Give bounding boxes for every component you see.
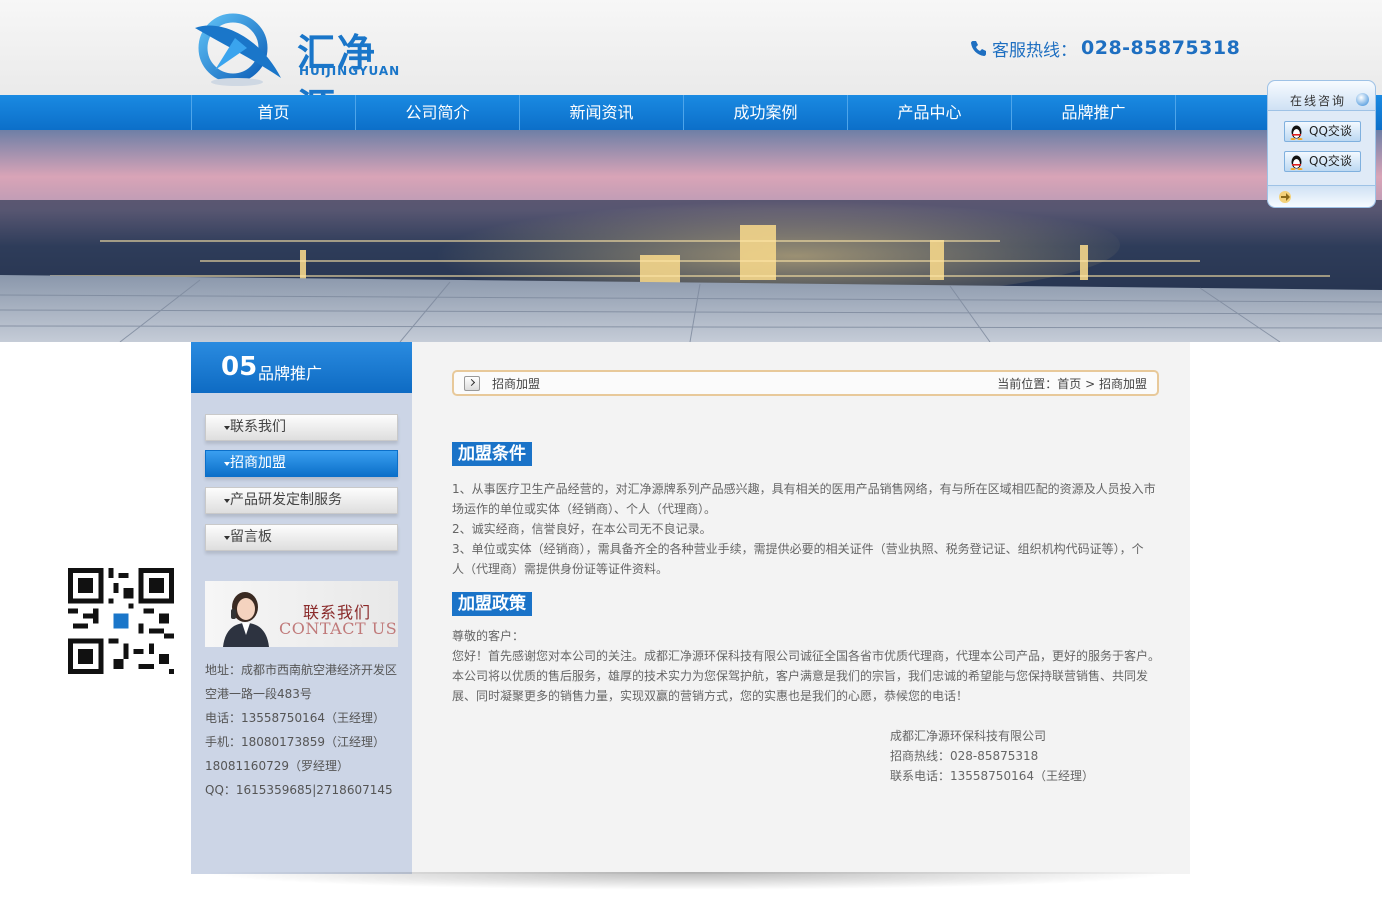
- sidebar-item-guestbook[interactable]: 留言板: [205, 524, 398, 551]
- customer-service-person-icon: [223, 592, 269, 647]
- breadcrumb-path: 当前位置：首页 > 招商加盟: [997, 375, 1147, 392]
- conditions-line: 场运作的单位或实体（经销商）、个人（代理商）。: [452, 502, 717, 516]
- qq-chat-button-1[interactable]: QQ交谈: [1284, 121, 1361, 142]
- sidebar-item-rd-service[interactable]: 产品研发定制服务: [205, 487, 398, 514]
- conditions-line: 人（代理商）需提供身份证等证件资料。: [452, 562, 669, 576]
- main-content: 招商加盟 当前位置：首页 > 招商加盟 加盟条件 1、从事医疗卫生产品经营的，对…: [412, 342, 1190, 874]
- contact-address-line-1: 地址：成都市西南航空港经济开发区: [205, 663, 398, 677]
- main-nav: 首页 公司简介 新闻资讯 成功案例 产品中心 品牌推广: [0, 95, 1382, 130]
- nav-item-cases[interactable]: 成功案例: [684, 95, 848, 130]
- conditions-line: 1、从事医疗卫生产品经营的，对汇净源牌系列产品感兴趣，具有相关的医用产品销售网络…: [452, 482, 1156, 496]
- logo[interactable]: 汇净源 HUIJINGYUAN: [191, 8, 411, 130]
- contact-us-en: CONTACT US: [279, 619, 398, 638]
- sidebar-item-label: 产品研发定制服务: [230, 492, 342, 508]
- phone-icon: [971, 41, 986, 56]
- breadcrumb-current: 招商加盟: [1098, 377, 1147, 391]
- contact-mobile-2: 18081160729（罗经理）: [205, 759, 349, 773]
- conditions-line: 2、诚实经商，信誉良好，在本公司无不良记录。: [452, 522, 712, 536]
- header: 汇净源 HUIJINGYUAN 客服热线： 028-85875318: [0, 0, 1382, 130]
- qq-chat-button-2[interactable]: QQ交谈: [1284, 151, 1361, 172]
- globe-icon: [1356, 93, 1369, 106]
- sidebar-section-number: 05: [221, 352, 258, 382]
- city-night-banner: [0, 130, 1382, 342]
- page-title: 招商加盟: [492, 377, 541, 391]
- signature-hotline: 招商热线：028-85875318: [890, 749, 1039, 763]
- sidebar-item-label: 联系我们: [230, 419, 286, 435]
- triangle-down-icon: [224, 499, 230, 503]
- sidebar-item-contact[interactable]: 联系我们: [205, 414, 398, 441]
- signature-phone: 联系电话：13558750164（王经理）: [890, 769, 1094, 783]
- nav-item-news[interactable]: 新闻资讯: [520, 95, 684, 130]
- qq-chat-label-1: QQ交谈: [1309, 124, 1352, 138]
- hotline-number: 028-85875318: [1081, 37, 1241, 59]
- sidebar-item-label: 留言板: [230, 529, 272, 545]
- online-consult-header: 在线咨询: [1268, 81, 1375, 111]
- signature-company: 成都汇净源环保科技有限公司: [890, 729, 1047, 743]
- breadcrumb-home-link[interactable]: 首页: [1057, 377, 1081, 391]
- contact-phone: 电话：13558750164（王经理）: [205, 711, 385, 725]
- chevron-right-icon: [464, 376, 480, 391]
- logo-name-en: HUIJINGYUAN: [299, 64, 401, 78]
- sidebar-item-franchise[interactable]: 招商加盟: [205, 450, 398, 477]
- arrow-right-icon[interactable]: [1278, 191, 1293, 203]
- contact-us-banner[interactable]: 联系我们 CONTACT US: [205, 581, 398, 647]
- conditions-line: 3、单位或实体（经销商），需具备齐全的各种营业手续，需提供必要的相关证件（营业执…: [452, 542, 1144, 556]
- breadcrumb: 招商加盟 当前位置：首页 > 招商加盟: [452, 370, 1159, 396]
- policy-line: 本公司将以优质的售后服务，雄厚的技术实力为您保驾护航，客户满意是我们的宗旨，我们…: [452, 669, 1149, 683]
- sidebar-section-title: 品牌推广: [258, 364, 323, 383]
- hotline: 客服热线： 028-85875318: [970, 36, 1241, 61]
- nav-item-brand[interactable]: 品牌推广: [1012, 95, 1176, 130]
- qq-chat-label-2: QQ交谈: [1309, 154, 1352, 168]
- sidebar: 05 品牌推广 联系我们 招商加盟 产品研发定制服务 留言板 联系我们 CONT…: [191, 342, 412, 874]
- nav-item-home[interactable]: 首页: [192, 95, 356, 130]
- breadcrumb-prefix: 当前位置：: [997, 377, 1058, 391]
- contact-address-line-2: 空港一路一段483号: [205, 687, 312, 701]
- online-consult-title: 在线咨询: [1290, 94, 1347, 108]
- page: 汇净源 HUIJINGYUAN 客服热线： 028-85875318 首页 公司…: [0, 0, 1382, 920]
- hotline-label: 客服热线：: [992, 40, 1077, 61]
- sidebar-item-label: 招商加盟: [230, 455, 286, 471]
- qq-penguin-icon: [1290, 155, 1303, 170]
- contact-mobile: 手机：18080173859（江经理）: [205, 735, 385, 749]
- policy-line: 展、同时凝聚更多的销售力量，实现双赢的营销方式，您的实惠也是我们的心愿，恭候您的…: [452, 689, 969, 703]
- policy-line: 您好！首先感谢您对本公司的关注。成都汇净源环保科技有限公司诚征全国各省市优质代理…: [452, 649, 1161, 663]
- online-consult-footer: [1268, 185, 1375, 207]
- sidebar-header: 05 品牌推广: [191, 342, 412, 393]
- section-title-policy: 加盟政策: [452, 592, 532, 616]
- content-shadow: [200, 872, 1180, 890]
- qq-penguin-icon: [1290, 125, 1303, 140]
- nav-item-about[interactable]: 公司简介: [356, 95, 520, 130]
- section-title-conditions: 加盟条件: [452, 442, 532, 466]
- triangle-down-icon: [224, 462, 230, 466]
- logo-mark-icon: [195, 13, 281, 86]
- triangle-down-icon: [224, 426, 230, 430]
- nav-item-products[interactable]: 产品中心: [848, 95, 1012, 130]
- breadcrumb-separator: >: [1085, 377, 1096, 391]
- contact-qq: QQ：1615359685|2718607145: [205, 783, 393, 797]
- triangle-down-icon: [224, 536, 230, 540]
- online-consult-panel: 在线咨询 QQ交谈 QQ交谈: [1267, 80, 1376, 208]
- policy-line: 尊敬的客户：: [452, 629, 525, 643]
- qr-code: [68, 568, 174, 674]
